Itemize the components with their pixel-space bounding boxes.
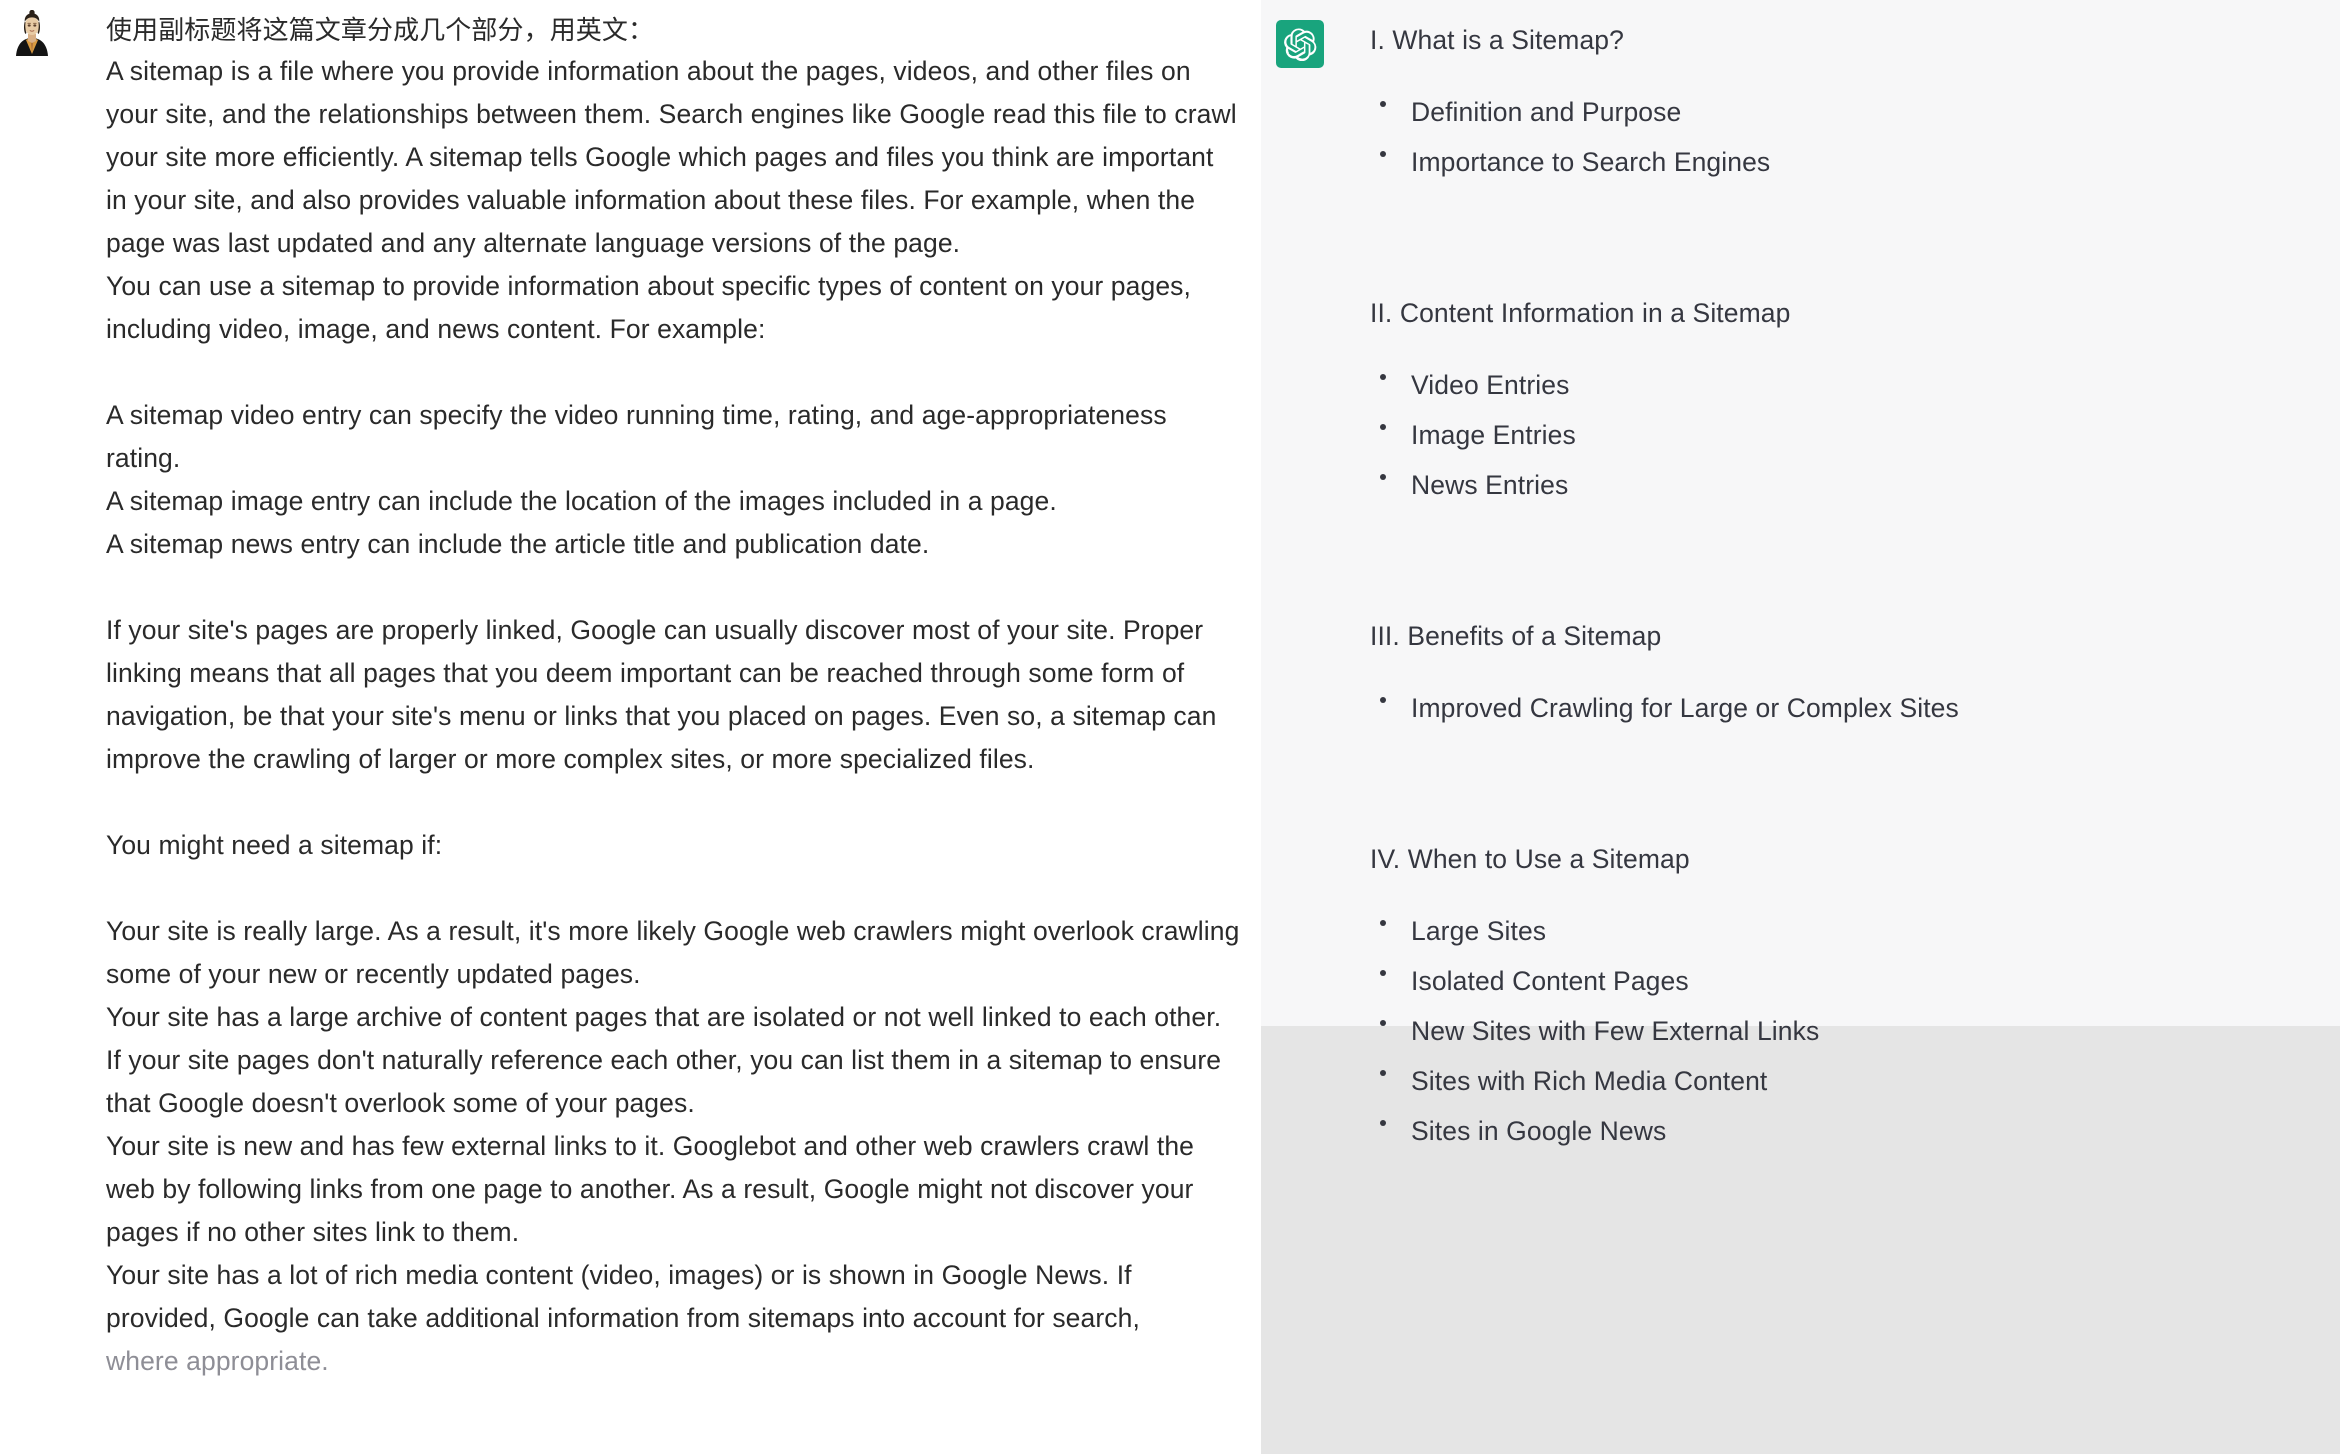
user-paragraph-12-faded: where appropriate. xyxy=(106,1346,329,1376)
outline-item: Large Sites xyxy=(1370,906,2340,956)
outline-heading-3: III. Benefits of a Sitemap xyxy=(1370,621,1662,651)
outline-list-4: Large Sites Isolated Content Pages New S… xyxy=(1370,906,2340,1156)
outline-heading-1: I. What is a Sitemap? xyxy=(1370,25,1624,55)
outline-item: Importance to Search Engines xyxy=(1370,137,2340,187)
outline-item: Isolated Content Pages xyxy=(1370,956,2340,1006)
user-instruction-line: 使用副标题将这篇文章分成几个部分，用英文： xyxy=(106,15,655,45)
assistant-outline: I. What is a Sitemap? Definition and Pur… xyxy=(1276,20,2340,1156)
outline-list-2: Video Entries Image Entries News Entries xyxy=(1370,360,2340,510)
assistant-message-pane: I. What is a Sitemap? Definition and Pur… xyxy=(1261,0,2340,1454)
outline-item: New Sites with Few External Links xyxy=(1370,1006,2340,1056)
outline-list-3: Improved Crawling for Large or Complex S… xyxy=(1370,683,2340,733)
outline-item: Image Entries xyxy=(1370,410,2340,460)
outline-item: Video Entries xyxy=(1370,360,2340,410)
outline-item: Definition and Purpose xyxy=(1370,87,2340,137)
user-paragraph-2: You can use a sitemap to provide informa… xyxy=(106,271,1191,344)
outline-item: News Entries xyxy=(1370,460,2340,510)
assistant-message-row: I. What is a Sitemap? Definition and Pur… xyxy=(1261,0,2340,1146)
user-paragraph-8: Your site is really large. As a result, … xyxy=(106,916,1240,989)
user-paragraph-6: If your site's pages are properly linked… xyxy=(106,615,1217,774)
user-paragraph-5: A sitemap news entry can include the art… xyxy=(106,529,930,559)
user-message-row: 使用副标题将这篇文章分成几个部分，用英文： A sitemap is a fil… xyxy=(0,0,1261,1383)
user-paragraph-7: You might need a sitemap if: xyxy=(106,830,443,860)
outline-heading-4: IV. When to Use a Sitemap xyxy=(1370,844,1690,874)
outline-item: Improved Crawling for Large or Complex S… xyxy=(1370,683,2340,733)
user-paragraph-11: Your site has a lot of rich media conten… xyxy=(106,1260,1140,1333)
user-message-body: 使用副标题将这篇文章分成几个部分，用英文： A sitemap is a fil… xyxy=(56,10,1261,1383)
user-paragraph-1: A sitemap is a file where you provide in… xyxy=(106,56,1237,258)
user-avatar-photo xyxy=(8,10,56,58)
user-paragraph-3: A sitemap video entry can specify the vi… xyxy=(106,400,1167,473)
user-paragraph-4: A sitemap image entry can include the lo… xyxy=(106,486,1057,516)
user-paragraph-10: Your site is new and has few external li… xyxy=(106,1131,1195,1247)
chatgpt-logo-icon xyxy=(1276,20,1324,68)
outline-item: Sites with Rich Media Content xyxy=(1370,1056,2340,1106)
outline-list-1: Definition and Purpose Importance to Sea… xyxy=(1370,87,2340,187)
chat-comparison-view: 使用副标题将这篇文章分成几个部分，用英文： A sitemap is a fil… xyxy=(0,0,2340,1454)
user-paragraph-9: Your site has a large archive of content… xyxy=(106,1002,1222,1118)
outline-heading-2: II. Content Information in a Sitemap xyxy=(1370,298,1791,328)
user-message-pane: 使用副标题将这篇文章分成几个部分，用英文： A sitemap is a fil… xyxy=(0,0,1261,1454)
outline-item: Sites in Google News xyxy=(1370,1106,2340,1156)
